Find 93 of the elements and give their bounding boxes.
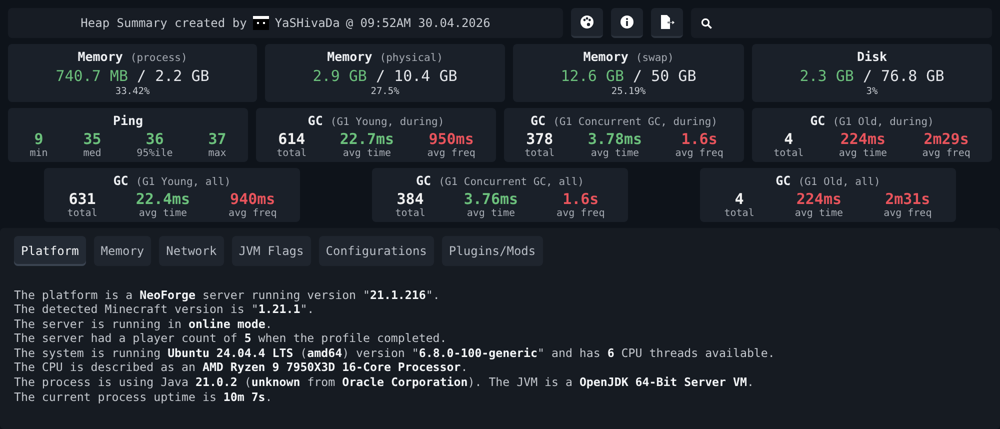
tab[interactable]: Platform	[14, 236, 86, 266]
card-title: Memory (physical)	[326, 48, 444, 66]
usage-percent: 33.42%	[114, 84, 151, 99]
stat-label: avg freq	[884, 208, 932, 218]
stat-label: med	[83, 148, 102, 159]
stat-label: total	[67, 208, 98, 218]
used-amount: 740.7 MB	[56, 66, 128, 85]
tab[interactable]: JVM Flags	[232, 236, 311, 266]
stat-value: 378	[525, 130, 554, 148]
stat-value: 2m31s	[884, 190, 932, 208]
info-line: The detected Minecraft version is "1.21.1".	[14, 302, 316, 317]
total-amount: / 76.8 GB	[862, 66, 944, 85]
tab[interactable]: Configurations	[318, 236, 434, 266]
used-amount: 2.9 GB	[312, 66, 367, 85]
card-title: GC (G1 Young, during)	[306, 112, 446, 130]
tab[interactable]: Network	[159, 236, 224, 266]
card-title: Memory (process)	[76, 48, 188, 66]
info-button[interactable]	[611, 8, 643, 38]
search-field[interactable]	[691, 8, 992, 38]
info-line: The server had a player count of 5 when the profile completed.	[14, 331, 448, 346]
stat-label: min	[30, 148, 48, 159]
stat-value: 22.4ms	[136, 190, 190, 208]
stat-value: 35	[83, 130, 102, 148]
stat-value: 631	[68, 190, 97, 208]
used-amount: 2.3 GB	[800, 66, 854, 85]
stat-value: 3.78ms	[588, 130, 642, 148]
stat-value: 224ms	[795, 190, 843, 208]
stat-label: avg time	[342, 148, 392, 159]
info-line: The platform is a NeoForge server running version "21.1.216".	[14, 288, 441, 302]
total-amount: / 50 GB	[633, 66, 696, 85]
card-title: Memory (swap)	[582, 48, 675, 66]
stat-value: 9	[33, 130, 44, 148]
info-line: The process is using Java 21.0.2 (unknown from Oracle Corporation). The JVM is a OpenJDK 64-Bit Server VM.	[14, 375, 755, 390]
stat-value: 22.7ms	[340, 130, 394, 148]
stat-value: 940ms	[229, 190, 276, 208]
usage-percent: 25.19%	[610, 84, 647, 99]
palette-button[interactable]	[571, 8, 603, 38]
stat-label: 95%ile	[136, 148, 173, 159]
stat-value: 224ms	[839, 130, 887, 148]
stat-label: avg freq	[922, 148, 970, 159]
usage-percent: 3%	[865, 84, 879, 99]
usage-percent: 27.5%	[370, 84, 400, 99]
stat-label: avg freq	[228, 208, 277, 218]
stat-value: 950ms	[428, 130, 475, 148]
card-title: GC (G1 Concurrent GC, during)	[530, 112, 718, 130]
card-title: GC (G1 Concurrent GC, all)	[415, 172, 585, 190]
header-title: Heap Summary created by	[80, 15, 247, 32]
stat-value: 3.76ms	[464, 190, 518, 208]
search-icon	[701, 18, 712, 28]
stat-value: 4	[783, 130, 794, 148]
stat-value: 1.6s	[680, 130, 718, 148]
palette-icon	[580, 15, 594, 29]
stat-value: 384	[396, 190, 425, 208]
stat-label: total	[276, 148, 307, 159]
card-title: Disk	[856, 48, 888, 66]
stat-label: total	[524, 148, 555, 159]
stat-label: avg time	[794, 208, 844, 218]
info-line: The current process uptime is 10m 7s.	[14, 390, 274, 404]
stat-value: 2m29s	[922, 130, 970, 148]
card-title: GC (G1 Old, all)	[774, 172, 882, 190]
stat-value: 4	[734, 190, 745, 208]
info-icon	[620, 15, 634, 29]
stat-label: avg freq	[427, 148, 476, 159]
stat-value: 36	[144, 130, 165, 148]
stat-label: total	[395, 208, 426, 218]
file-export-icon	[660, 15, 674, 29]
card-title: GC (G1 Young, all)	[112, 172, 232, 190]
used-amount: 12.6 GB	[560, 66, 624, 85]
info-line: The server is running in online mode.	[14, 316, 274, 332]
stat-value: 1.6s	[562, 190, 600, 208]
stat-label: total	[774, 148, 804, 159]
stat-label: avg freq	[675, 148, 724, 159]
stat-value: 37	[208, 130, 226, 148]
info-line: The CPU is described as an AMD Ryzen 9 7950X3D 16-Core Processor.	[14, 360, 469, 376]
stat-label: avg time	[138, 208, 188, 218]
tab[interactable]: Plugins/Mods	[442, 236, 543, 266]
card-title: Ping	[112, 112, 144, 130]
header-username: YaSHivaDa	[274, 15, 340, 32]
tab[interactable]: Memory	[94, 236, 152, 266]
stat-label: avg freq	[556, 208, 605, 218]
stat-label: avg time	[590, 148, 640, 159]
stat-label: avg time	[466, 208, 516, 218]
card-title: GC (G1 Old, during)	[809, 112, 935, 130]
file-export-button[interactable]	[651, 8, 683, 38]
total-amount: / 2.2 GB	[137, 66, 210, 85]
stat-value: 614	[277, 130, 306, 148]
info-line: The system is running Ubuntu 24.04.4 LTS (amd64) version "6.8.0-100-generic" and has 6 CPU threads available.	[14, 346, 776, 360]
header-timestamp: @ 09:52AM 30.04.2026	[346, 15, 490, 32]
stat-label: max	[208, 148, 226, 159]
avatar-icon	[252, 16, 269, 30]
stat-label: total	[724, 208, 754, 218]
total-amount: / 10.4 GB	[376, 66, 458, 85]
stat-label: avg time	[838, 148, 888, 159]
